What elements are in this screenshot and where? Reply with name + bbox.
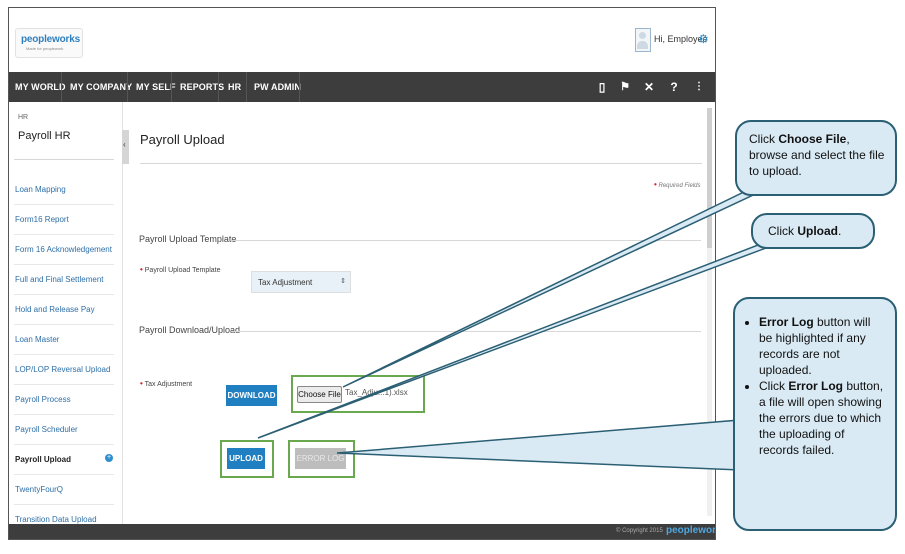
- sidebar-item-hold-release-pay[interactable]: Hold and Release Pay: [14, 294, 114, 325]
- tools-icon[interactable]: ✕: [642, 72, 656, 102]
- choose-file-button[interactable]: Choose File: [297, 386, 342, 403]
- sidebar-item-label: TwentyFourQ: [15, 485, 64, 494]
- choose-file-highlight: Choose File Tax_Adju...1).xlsx: [291, 375, 425, 413]
- expand-icon[interactable]: +: [105, 454, 113, 462]
- template-select[interactable]: Tax Adjustment ⇕: [251, 271, 351, 293]
- sidebar: HR Payroll HR Loan Mapping Form16 Report…: [9, 102, 123, 535]
- copyright: © Copyright 2015: [616, 528, 663, 534]
- sidebar-item-form16-acknowledgement[interactable]: Form 16 Acknowledgement: [14, 234, 114, 265]
- sidebar-item-lop-reversal-upload[interactable]: LOP/LOP Reversal Upload: [14, 354, 114, 385]
- section-title-download-upload: Payroll Download/Upload: [139, 325, 241, 335]
- upload-highlight: UPLOAD: [220, 440, 274, 478]
- nav-hr[interactable]: HR: [228, 72, 241, 102]
- sidebar-title: Payroll HR: [18, 130, 71, 142]
- sidebar-item-payroll-process[interactable]: Payroll Process: [14, 384, 114, 415]
- sidebar-item-label: Form 16 Acknowledgement: [15, 245, 112, 254]
- callout-upload: Click Upload.: [751, 213, 875, 249]
- selected-file-name: Tax_Adju...1).xlsx: [345, 388, 408, 397]
- app-window: peopleworks Made for peoplework Hi, Empl…: [8, 7, 716, 540]
- sidebar-item-label: Form16 Report: [15, 215, 69, 224]
- callout-bullet: Error Log button will be highlighted if …: [759, 314, 887, 378]
- callout-choose-file: Click Choose File, browse and select the…: [735, 120, 897, 196]
- sidebar-collapse-toggle[interactable]: ‹: [122, 130, 129, 164]
- top-nav: MY WORLD MY COMPANY MY SELF REPORTS HR P…: [9, 72, 715, 102]
- sidebar-item-loan-master[interactable]: Loan Master: [14, 324, 114, 355]
- header: peopleworks Made for peoplework Hi, Empl…: [9, 8, 715, 72]
- sidebar-item-twentyfourq[interactable]: TwentyFourQ: [14, 474, 114, 505]
- upload-button[interactable]: UPLOAD: [227, 448, 265, 469]
- help-icon[interactable]: ?: [667, 72, 681, 102]
- nav-pw-admin[interactable]: PW ADMIN: [254, 72, 301, 102]
- scrollbar[interactable]: [707, 108, 712, 516]
- sidebar-category: HR: [18, 114, 29, 121]
- error-log-highlight: ERROR LOG: [288, 440, 355, 478]
- section-title-template: Payroll Upload Template: [139, 234, 237, 244]
- sidebar-item-label: Full and Final Settlement: [15, 275, 104, 284]
- flag-icon[interactable]: ⚑: [618, 72, 632, 102]
- nav-my-self[interactable]: MY SELF: [136, 72, 176, 102]
- sidebar-item-label: Payroll Process: [15, 395, 71, 404]
- sidebar-item-label: Payroll Upload: [15, 455, 72, 464]
- nav-my-world[interactable]: MY WORLD: [15, 72, 66, 102]
- logo-text: peopleworks: [21, 34, 80, 45]
- sidebar-item-full-final-settlement[interactable]: Full and Final Settlement: [14, 264, 114, 295]
- callout-error-log: Error Log button will be highlighted if …: [733, 297, 897, 531]
- callout-bullet: Click Error Log button, a file will open…: [759, 378, 887, 458]
- chevron-updown-icon: ⇕: [340, 278, 346, 285]
- template-field-label: • Payroll Upload Template: [140, 265, 221, 274]
- logo-subtext: Made for peoplework: [26, 46, 64, 51]
- avatar[interactable]: [635, 28, 651, 52]
- book-icon[interactable]: ▯: [595, 72, 609, 102]
- nav-my-company[interactable]: MY COMPANY: [70, 72, 132, 102]
- gear-icon[interactable]: ⚙: [698, 32, 709, 46]
- sitemap-icon[interactable]: ⋮: [692, 72, 706, 102]
- sidebar-item-label: Loan Mapping: [15, 185, 66, 194]
- error-log-button[interactable]: ERROR LOG: [295, 448, 346, 469]
- template-select-value: Tax Adjustment: [258, 278, 313, 287]
- brand-logo[interactable]: peopleworks Made for peoplework: [15, 28, 83, 58]
- sidebar-item-payroll-scheduler[interactable]: Payroll Scheduler: [14, 414, 114, 445]
- sidebar-item-label: Hold and Release Pay: [15, 305, 95, 314]
- page-title: Payroll Upload: [140, 132, 225, 147]
- chevron-left-icon: ‹: [123, 140, 126, 149]
- sidebar-item-loan-mapping[interactable]: Loan Mapping: [14, 174, 114, 205]
- sidebar-item-label: LOP/LOP Reversal Upload: [15, 365, 111, 374]
- footer-logo: peopleworks: [666, 525, 716, 536]
- footer: © Copyright 2015 peopleworks: [9, 524, 715, 539]
- sidebar-item-label: Transition Data Upload: [15, 515, 97, 524]
- tax-adjustment-label: • Tax Adjustment: [140, 379, 193, 388]
- sidebar-item-label: Payroll Scheduler: [15, 425, 78, 434]
- sidebar-item-form16-report[interactable]: Form16 Report: [14, 204, 114, 235]
- download-button[interactable]: DOWNLOAD: [226, 385, 277, 406]
- required-note: • Required Fields: [654, 180, 701, 189]
- sidebar-item-payroll-upload[interactable]: Payroll Upload +: [14, 444, 114, 475]
- sidebar-item-label: Loan Master: [15, 335, 60, 344]
